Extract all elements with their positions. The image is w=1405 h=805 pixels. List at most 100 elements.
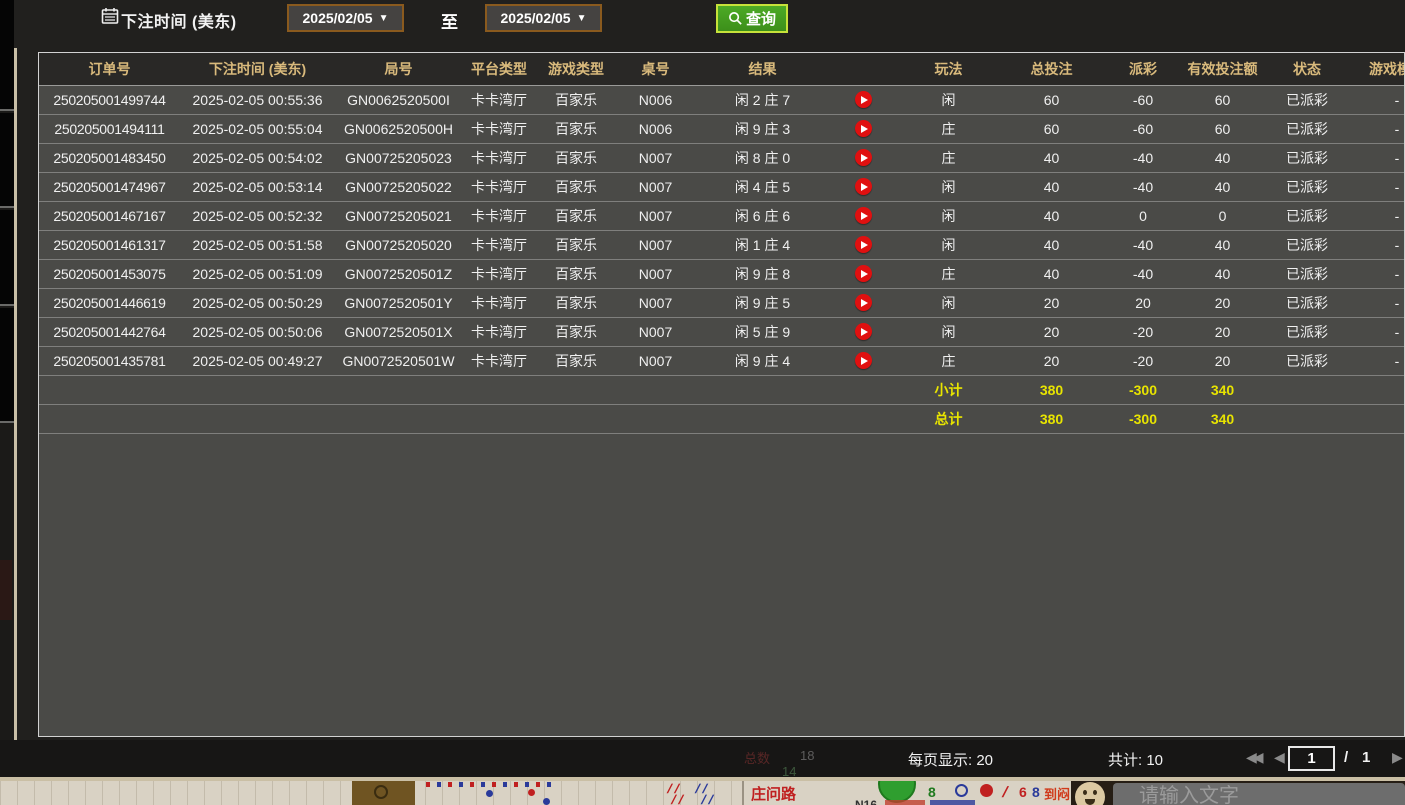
chat-input[interactable] <box>1113 783 1405 805</box>
cell-total-bet: 40 <box>1000 143 1103 172</box>
replay-play-icon[interactable] <box>855 236 872 253</box>
page-number-input[interactable] <box>1288 746 1335 771</box>
table-row: 2502050014530752025-02-05 00:51:09GN0072… <box>39 259 1405 288</box>
cell-empty <box>180 375 335 404</box>
cell-status: 已派彩 <box>1262 143 1352 172</box>
cell-bet-time: 2025-02-05 00:50:29 <box>180 288 335 317</box>
replay-play-icon[interactable] <box>855 294 872 311</box>
cell-game-mode: - <box>1352 85 1405 114</box>
replay-play-icon[interactable] <box>855 352 872 369</box>
cell-game-type: 百家乐 <box>536 201 616 230</box>
date-from-select[interactable]: 2025/02/05 ▼ <box>287 4 404 32</box>
cell-platform: 卡卡湾厅 <box>462 201 536 230</box>
cell-table-no: N007 <box>616 143 695 172</box>
background-left-strip <box>0 0 14 805</box>
emoji-button[interactable] <box>1075 782 1105 805</box>
next-page-icon[interactable]: ▶ <box>1392 749 1399 766</box>
cell-replay <box>830 201 897 230</box>
magnifier-icon <box>728 11 743 26</box>
background-ghost-total-label: 总数 <box>744 748 770 767</box>
cell-table-no: N006 <box>616 85 695 114</box>
cell-valid-bet: 40 <box>1183 259 1262 288</box>
cell-status: 已派彩 <box>1262 346 1352 375</box>
cell-order-id: 250205001435781 <box>39 346 180 375</box>
cell-empty <box>616 375 695 404</box>
column-header-4: 游戏类型 <box>536 53 616 85</box>
stat-smudge-red <box>885 800 925 805</box>
subtotal-label: 小计 <box>897 375 1000 404</box>
first-page-icon[interactable]: ◀◀ <box>1246 749 1260 766</box>
replay-play-icon[interactable] <box>855 323 872 340</box>
table-row: 2502050014834502025-02-05 00:54:02GN0072… <box>39 143 1405 172</box>
cell-payout: 0 <box>1103 201 1183 230</box>
column-header-9: 总投注 <box>1000 53 1103 85</box>
cell-order-id: 250205001474967 <box>39 172 180 201</box>
prev-page-icon[interactable]: ◀ <box>1274 749 1281 766</box>
cell-order-id: 250205001499744 <box>39 85 180 114</box>
road-tick <box>481 782 485 787</box>
road-dot-red <box>528 789 535 796</box>
cell-platform: 卡卡湾厅 <box>462 143 536 172</box>
road-tick <box>536 782 540 787</box>
chat-bar <box>1071 781 1405 805</box>
road-tick <box>514 782 518 787</box>
banker-road-label: 庄问路 <box>751 783 796 804</box>
replay-play-icon[interactable] <box>855 178 872 195</box>
replay-play-icon[interactable] <box>855 149 872 166</box>
cell-status: 已派彩 <box>1262 288 1352 317</box>
table-row: 2502050014427642025-02-05 00:50:06GN0072… <box>39 317 1405 346</box>
replay-play-icon[interactable] <box>855 91 872 108</box>
cell-payout: -20 <box>1103 317 1183 346</box>
column-header-12: 状态 <box>1262 53 1352 85</box>
cell-bet-type: 庄 <box>897 346 1000 375</box>
column-header-10: 派彩 <box>1103 53 1183 85</box>
cell-game-type: 百家乐 <box>536 317 616 346</box>
cell-empty <box>830 404 897 433</box>
replay-play-icon[interactable] <box>855 207 872 224</box>
cell-round-id: GN0072520501W <box>335 346 462 375</box>
cell-payout: -20 <box>1103 346 1183 375</box>
table-header-row: 订单号下注时间 (美东)局号平台类型游戏类型桌号结果玩法总投注派彩有效投注额状态… <box>39 53 1405 85</box>
roadmap-corner-icon <box>352 781 415 805</box>
date-to-value: 2025/02/05 <box>501 10 571 26</box>
pagination-bar: 总数 18 14 每页显示: 20 共计: 10 ◀◀ ◀ / 1 ▶ <box>0 740 1405 777</box>
background-cell <box>0 113 14 208</box>
cell-empty <box>616 404 695 433</box>
column-header-5: 桌号 <box>616 53 695 85</box>
cell-empty <box>1262 375 1352 404</box>
column-header-6: 结果 <box>695 53 830 85</box>
cell-round-id: GN0062520500H <box>335 114 462 143</box>
date-to-select[interactable]: 2025/02/05 ▼ <box>485 4 602 32</box>
cell-result: 闲 9 庄 8 <box>695 259 830 288</box>
cell-game-mode: - <box>1352 259 1405 288</box>
cell-total-bet: 20 <box>1000 346 1103 375</box>
cell-replay <box>830 346 897 375</box>
cell-bet-type: 庄 <box>897 259 1000 288</box>
cell-result: 闲 8 庄 0 <box>695 143 830 172</box>
page-total: 1 <box>1362 749 1370 766</box>
cell-empty <box>695 404 830 433</box>
cell-total-bet: 60 <box>1000 114 1103 143</box>
cell-payout: -40 <box>1103 259 1183 288</box>
road-tick <box>492 782 496 787</box>
cell-empty <box>830 375 897 404</box>
cell-result: 闲 9 庄 3 <box>695 114 830 143</box>
cell-status: 已派彩 <box>1262 317 1352 346</box>
cell-game-type: 百家乐 <box>536 346 616 375</box>
cell-result: 闲 4 庄 5 <box>695 172 830 201</box>
cell-game-type: 百家乐 <box>536 230 616 259</box>
cell-platform: 卡卡湾厅 <box>462 85 536 114</box>
cell-game-mode: - <box>1352 114 1405 143</box>
cell-platform: 卡卡湾厅 <box>462 317 536 346</box>
road-tick <box>525 782 529 787</box>
cell-status: 已派彩 <box>1262 259 1352 288</box>
replay-play-icon[interactable] <box>855 265 872 282</box>
cell-valid-bet: 20 <box>1183 288 1262 317</box>
bet-history-screen: 下注时间 (美东) 2025/02/05 ▼ 至 2025/02/05 ▼ 查询 <box>0 0 1405 805</box>
cell-empty <box>536 375 616 404</box>
road-dot-blue <box>543 798 550 805</box>
query-button[interactable]: 查询 <box>716 4 788 33</box>
cell-game-mode: - <box>1352 317 1405 346</box>
replay-play-icon[interactable] <box>855 120 872 137</box>
bet-time-label: 下注时间 (美东) <box>121 8 237 32</box>
